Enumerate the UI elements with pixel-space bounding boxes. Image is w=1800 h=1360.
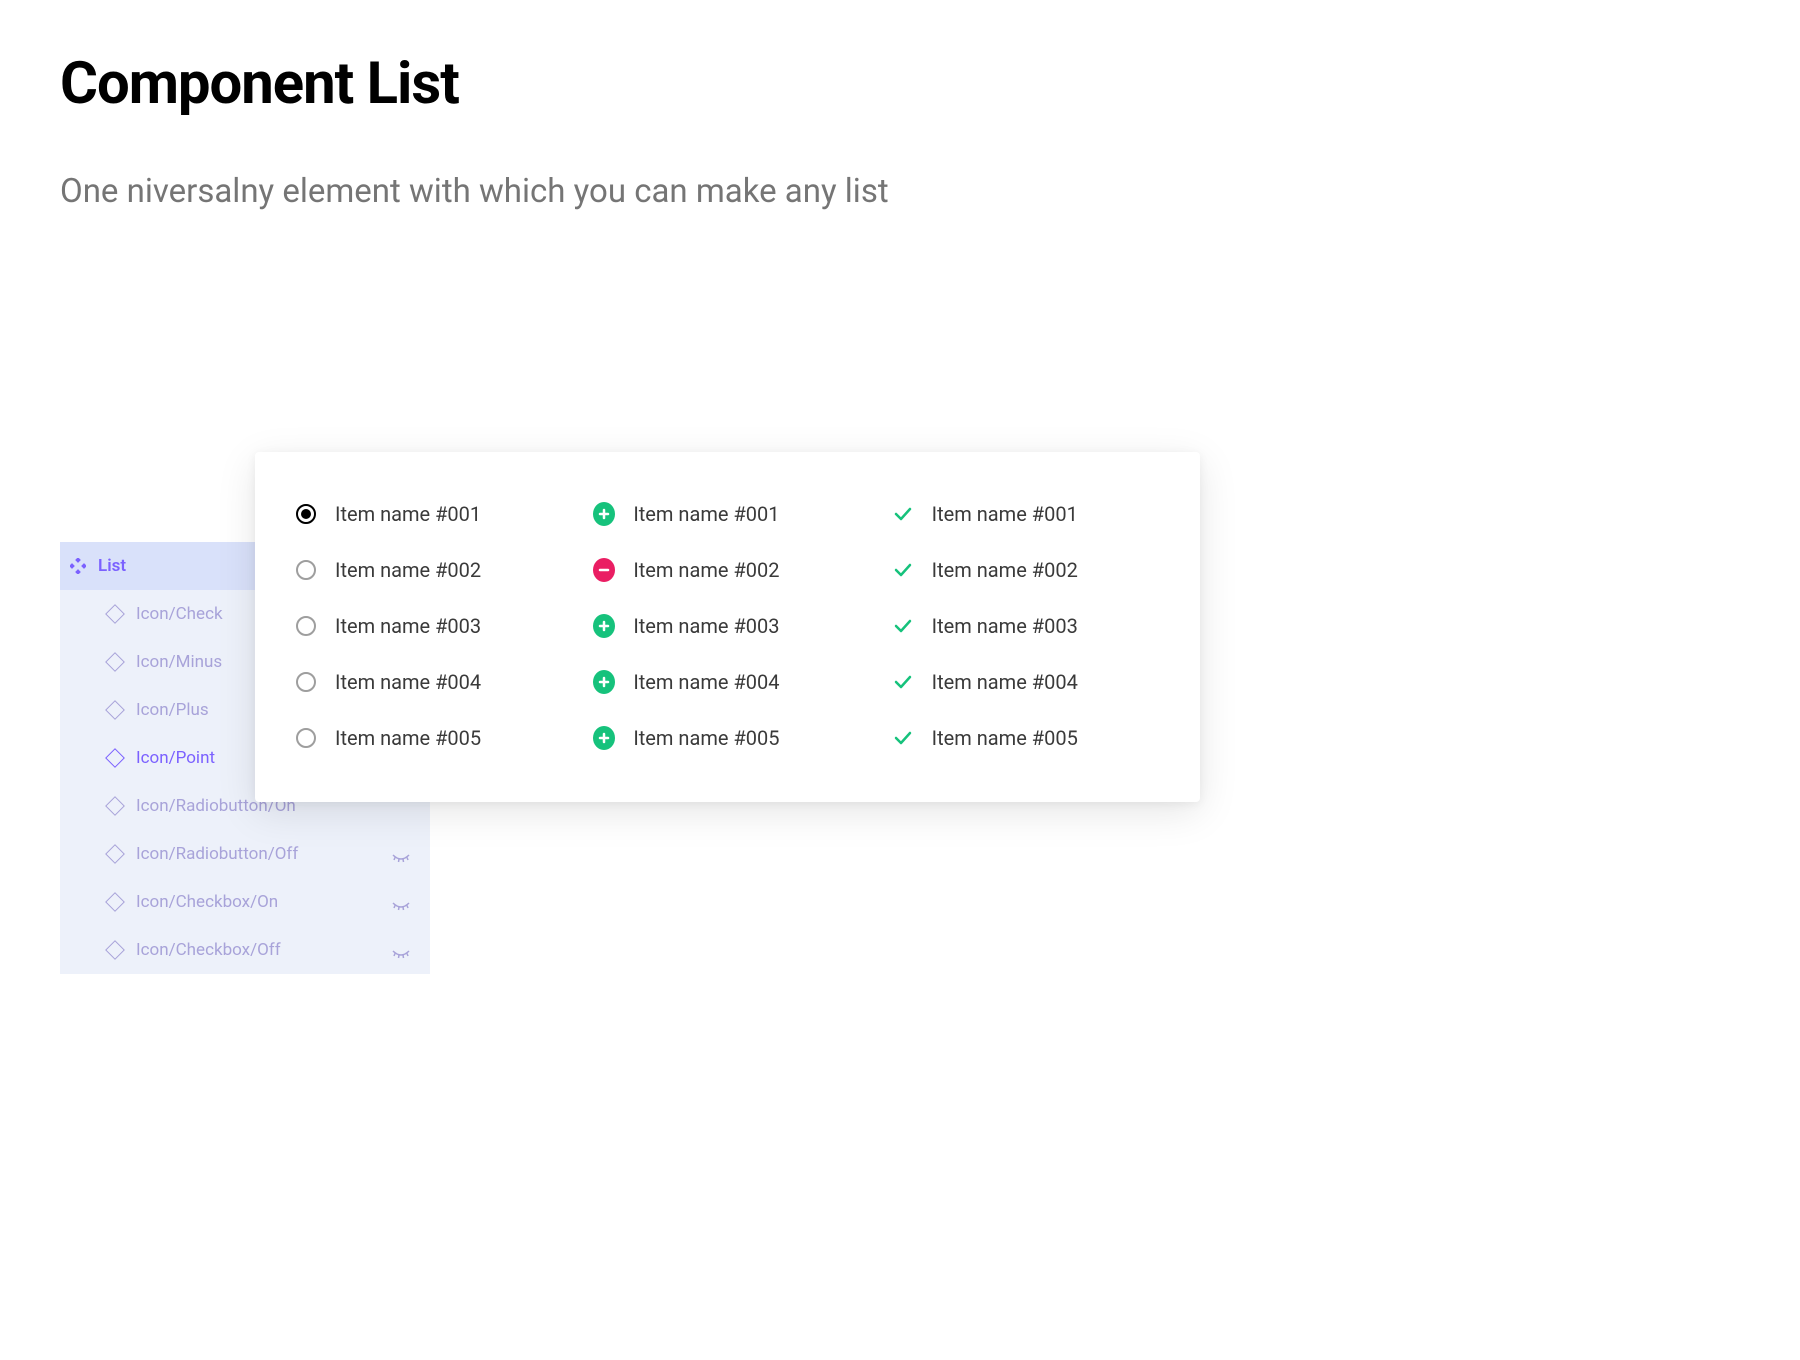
item-label: Item name #005 [633, 726, 779, 750]
layer-label: Icon/Checkbox/Off [136, 940, 281, 960]
list-item[interactable]: Item name #002 [593, 558, 861, 582]
layer-label: Icon/Plus [136, 700, 209, 720]
list-item[interactable]: Item name #004 [593, 670, 861, 694]
diamond-icon [105, 700, 125, 720]
item-label: Item name #001 [932, 502, 1078, 526]
layer-label: Icon/Check [136, 604, 223, 624]
radio-off-icon [295, 559, 317, 581]
list-item[interactable]: Item name #002 [892, 558, 1160, 582]
item-label: Item name #003 [932, 614, 1078, 638]
list-item[interactable]: Item name #005 [892, 726, 1160, 750]
plus-icon [593, 727, 615, 749]
list-item[interactable]: Item name #004 [295, 670, 563, 694]
item-label: Item name #004 [335, 670, 481, 694]
layer-item[interactable]: Icon/Radiobutton/Off [60, 830, 430, 878]
diamond-icon [105, 892, 125, 912]
hidden-icon [392, 897, 410, 907]
check-icon [892, 559, 914, 581]
diamond-icon [105, 796, 125, 816]
list-item[interactable]: Item name #004 [892, 670, 1160, 694]
check-icon [892, 727, 914, 749]
check-icon [892, 503, 914, 525]
layer-item[interactable]: Icon/Checkbox/Off [60, 926, 430, 974]
diamond-icon [105, 940, 125, 960]
hidden-icon [392, 945, 410, 955]
layer-label: Icon/Checkbox/On [136, 892, 278, 912]
page-subtitle: One niversalny element with which you ca… [60, 163, 1140, 221]
plus-icon [593, 615, 615, 637]
example-card: Item name #001 Item name #002 Item name … [255, 452, 1200, 802]
list-item[interactable]: Item name #003 [593, 614, 861, 638]
diamond-icon [105, 652, 125, 672]
list-item[interactable]: Item name #005 [593, 726, 861, 750]
check-icon [892, 615, 914, 637]
item-label: Item name #001 [633, 502, 779, 526]
list-item[interactable]: Item name #003 [295, 614, 563, 638]
list-column-circle: Item name #001 Item name #002 Item name … [593, 502, 861, 750]
layer-item[interactable]: Icon/Checkbox/On [60, 878, 430, 926]
list-item[interactable]: Item name #003 [892, 614, 1160, 638]
list-item[interactable]: Item name #001 [892, 502, 1160, 526]
item-label: Item name #005 [932, 726, 1078, 750]
radio-off-icon [295, 727, 317, 749]
list-column-check: Item name #001 Item name #002 Item name … [892, 502, 1160, 750]
list-item[interactable]: Item name #002 [295, 558, 563, 582]
item-label: Item name #003 [335, 614, 481, 638]
minus-icon [593, 559, 615, 581]
diamond-icon [105, 748, 125, 768]
layer-label: Icon/Minus [136, 652, 222, 672]
list-column-radio: Item name #001 Item name #002 Item name … [295, 502, 563, 750]
layer-label: Icon/Radiobutton/Off [136, 844, 298, 864]
item-label: Item name #003 [633, 614, 779, 638]
layer-label: Icon/Point [136, 748, 215, 768]
list-item[interactable]: Item name #001 [593, 502, 861, 526]
diamond-icon [105, 604, 125, 624]
radio-off-icon [295, 671, 317, 693]
item-label: Item name #005 [335, 726, 481, 750]
item-label: Item name #002 [633, 558, 779, 582]
list-item[interactable]: Item name #001 [295, 502, 563, 526]
item-label: Item name #002 [932, 558, 1078, 582]
header: Component List One niversalny element wi… [0, 0, 1200, 221]
layers-root-label: List [98, 556, 126, 576]
diamond-icon [105, 844, 125, 864]
item-label: Item name #002 [335, 558, 481, 582]
item-label: Item name #004 [932, 670, 1078, 694]
item-label: Item name #004 [633, 670, 779, 694]
list-item[interactable]: Item name #005 [295, 726, 563, 750]
plus-icon [593, 503, 615, 525]
radio-off-icon [295, 615, 317, 637]
radio-on-icon [295, 503, 317, 525]
check-icon [892, 671, 914, 693]
item-label: Item name #001 [335, 502, 481, 526]
page-title: Component List [60, 50, 1140, 118]
component-icon [70, 558, 86, 574]
plus-icon [593, 671, 615, 693]
hidden-icon [392, 849, 410, 859]
